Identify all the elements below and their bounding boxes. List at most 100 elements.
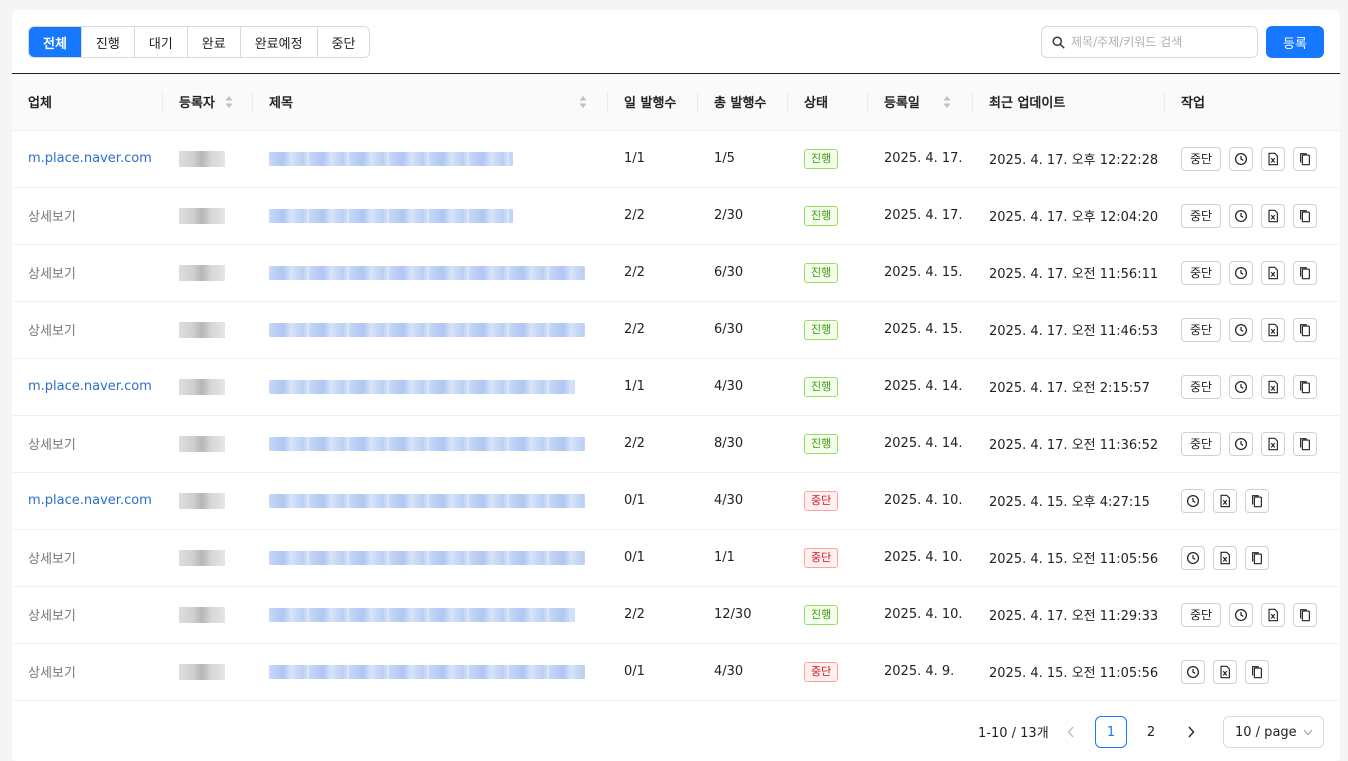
status-badge: 진행 bbox=[804, 319, 839, 340]
tab-all[interactable]: 전체 bbox=[29, 27, 82, 57]
table-row[interactable]: m.place.naver.com 1/1 1/5 진행 2025. 4. 17… bbox=[12, 130, 1340, 188]
prev-page-button[interactable] bbox=[1061, 722, 1081, 742]
title-cell[interactable] bbox=[253, 244, 608, 302]
detail-link[interactable]: 상세보기 bbox=[28, 666, 76, 681]
page-size-select[interactable]: 10 / page bbox=[1223, 716, 1324, 748]
stop-button[interactable]: 중단 bbox=[1181, 203, 1222, 228]
table-row[interactable]: 상세보기 0/1 1/1 중단 2025. 4. 10. 2025. 4. 15… bbox=[12, 529, 1340, 587]
title-redacted[interactable] bbox=[269, 151, 513, 166]
page-1-button[interactable]: 1 bbox=[1095, 716, 1127, 748]
stop-button[interactable]: 중단 bbox=[1181, 602, 1222, 627]
excel-export-button[interactable] bbox=[1213, 545, 1237, 570]
title-redacted[interactable] bbox=[269, 379, 575, 394]
detail-link[interactable]: 상세보기 bbox=[28, 324, 76, 339]
table-row[interactable]: 상세보기 2/2 8/30 진행 2025. 4. 14. 2025. 4. 1… bbox=[12, 415, 1340, 473]
title-cell[interactable] bbox=[253, 301, 608, 359]
title-cell[interactable] bbox=[253, 187, 608, 245]
title-redacted[interactable] bbox=[269, 322, 585, 337]
title-redacted[interactable] bbox=[269, 208, 513, 223]
copy-button[interactable] bbox=[1293, 374, 1318, 399]
tab-scheduled-completion[interactable]: 완료예정 bbox=[240, 27, 318, 57]
table-row[interactable]: 상세보기 2/2 6/30 진행 2025. 4. 15. 2025. 4. 1… bbox=[12, 301, 1340, 359]
title-cell[interactable] bbox=[253, 472, 608, 530]
excel-export-button[interactable] bbox=[1261, 317, 1286, 342]
company-cell: m.place.naver.com bbox=[12, 358, 163, 416]
excel-export-button[interactable] bbox=[1261, 602, 1286, 627]
search-input[interactable] bbox=[1071, 35, 1241, 49]
company-link[interactable]: m.place.naver.com bbox=[28, 493, 152, 508]
tab-in-progress[interactable]: 진행 bbox=[81, 27, 135, 57]
history-button[interactable] bbox=[1181, 488, 1205, 513]
detail-link[interactable]: 상세보기 bbox=[28, 609, 76, 624]
stop-button[interactable]: 중단 bbox=[1181, 317, 1222, 342]
excel-export-button[interactable] bbox=[1261, 374, 1286, 399]
history-button[interactable] bbox=[1229, 431, 1254, 456]
history-button[interactable] bbox=[1181, 659, 1205, 684]
detail-link[interactable]: 상세보기 bbox=[28, 552, 76, 567]
copy-button[interactable] bbox=[1245, 545, 1269, 570]
stop-button[interactable]: 중단 bbox=[1181, 146, 1222, 171]
copy-button[interactable] bbox=[1293, 602, 1318, 627]
excel-export-button[interactable] bbox=[1261, 431, 1286, 456]
copy-button[interactable] bbox=[1293, 317, 1318, 342]
history-button[interactable] bbox=[1181, 545, 1205, 570]
title-cell[interactable] bbox=[253, 586, 608, 644]
title-cell[interactable] bbox=[253, 358, 608, 416]
detail-link[interactable]: 상세보기 bbox=[28, 267, 76, 282]
excel-export-button[interactable] bbox=[1213, 659, 1237, 684]
status-cell: 중단 bbox=[788, 529, 868, 587]
table-row[interactable]: m.place.naver.com 0/1 4/30 중단 2025. 4. 1… bbox=[12, 472, 1340, 530]
col-registered-date[interactable]: 등록일 bbox=[868, 74, 973, 131]
history-button[interactable] bbox=[1229, 203, 1254, 228]
history-button[interactable] bbox=[1229, 146, 1254, 171]
copy-button[interactable] bbox=[1293, 146, 1318, 171]
sort-icon[interactable] bbox=[579, 95, 587, 109]
stop-button[interactable]: 중단 bbox=[1181, 260, 1222, 285]
history-button[interactable] bbox=[1229, 260, 1254, 285]
register-button[interactable]: 등록 bbox=[1266, 26, 1324, 58]
sort-icon[interactable] bbox=[225, 95, 233, 109]
sort-icon[interactable] bbox=[943, 95, 951, 109]
title-redacted[interactable] bbox=[269, 493, 585, 508]
table-row[interactable]: m.place.naver.com 1/1 4/30 진행 2025. 4. 1… bbox=[12, 358, 1340, 416]
detail-link[interactable]: 상세보기 bbox=[28, 438, 76, 453]
table-row[interactable]: 상세보기 2/2 12/30 진행 2025. 4. 10. 2025. 4. … bbox=[12, 586, 1340, 644]
title-redacted[interactable] bbox=[269, 436, 585, 451]
table-row[interactable]: 상세보기 2/2 6/30 진행 2025. 4. 15. 2025. 4. 1… bbox=[12, 244, 1340, 302]
excel-export-button[interactable] bbox=[1261, 146, 1286, 171]
copy-button[interactable] bbox=[1245, 488, 1269, 513]
copy-button[interactable] bbox=[1293, 431, 1318, 456]
title-redacted[interactable] bbox=[269, 664, 585, 679]
excel-export-button[interactable] bbox=[1261, 203, 1286, 228]
tab-waiting[interactable]: 대기 bbox=[134, 27, 188, 57]
history-button[interactable] bbox=[1229, 317, 1254, 342]
table-row[interactable]: 상세보기 0/1 4/30 중단 2025. 4. 9. 2025. 4. 15… bbox=[12, 643, 1340, 701]
tab-stopped[interactable]: 중단 bbox=[317, 27, 370, 57]
table-row[interactable]: 상세보기 2/2 2/30 진행 2025. 4. 17. 2025. 4. 1… bbox=[12, 187, 1340, 245]
title-cell[interactable] bbox=[253, 529, 608, 587]
title-cell[interactable] bbox=[253, 415, 608, 473]
search-box[interactable] bbox=[1041, 26, 1258, 58]
col-registrant[interactable]: 등록자 bbox=[163, 74, 253, 131]
stop-button[interactable]: 중단 bbox=[1181, 374, 1222, 399]
excel-export-button[interactable] bbox=[1261, 260, 1286, 285]
col-title[interactable]: 제목 bbox=[253, 74, 608, 131]
company-link[interactable]: m.place.naver.com bbox=[28, 151, 152, 166]
history-button[interactable] bbox=[1229, 602, 1254, 627]
title-cell[interactable] bbox=[253, 130, 608, 188]
history-button[interactable] bbox=[1229, 374, 1254, 399]
copy-button[interactable] bbox=[1245, 659, 1269, 684]
copy-button[interactable] bbox=[1293, 260, 1318, 285]
detail-link[interactable]: 상세보기 bbox=[28, 210, 76, 225]
copy-button[interactable] bbox=[1293, 203, 1318, 228]
stop-button[interactable]: 중단 bbox=[1181, 431, 1222, 456]
page-2-button[interactable]: 2 bbox=[1135, 716, 1167, 748]
excel-export-button[interactable] bbox=[1213, 488, 1237, 513]
next-page-button[interactable] bbox=[1181, 722, 1201, 742]
title-redacted[interactable] bbox=[269, 607, 575, 622]
title-cell[interactable] bbox=[253, 643, 608, 701]
company-link[interactable]: m.place.naver.com bbox=[28, 379, 152, 394]
tab-completed[interactable]: 완료 bbox=[187, 27, 241, 57]
title-redacted[interactable] bbox=[269, 550, 585, 565]
title-redacted[interactable] bbox=[269, 265, 585, 280]
